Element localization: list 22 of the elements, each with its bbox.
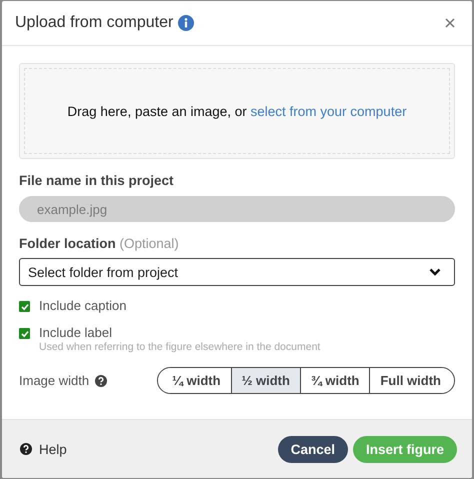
field-label: Folder location (Optional) bbox=[19, 236, 180, 251]
folder-select[interactable]: Select folder from project bbox=[19, 258, 455, 286]
drop-zone[interactable]: Drag here, paste an image, or select from your computer bbox=[19, 63, 455, 159]
checkbox[interactable] bbox=[19, 328, 30, 339]
option-description: Used when referring to the figure elsewhere in the document bbox=[39, 341, 320, 353]
chevron-down-icon bbox=[429, 268, 441, 276]
width-option[interactable]: Full width bbox=[369, 368, 454, 393]
help-link[interactable]: Help bbox=[39, 442, 67, 456]
width-option[interactable]: ½ width bbox=[230, 368, 300, 393]
select-file-link[interactable]: select from your computer bbox=[250, 104, 407, 118]
info-icon[interactable] bbox=[178, 15, 194, 31]
close-icon[interactable] bbox=[445, 18, 455, 28]
help-icon[interactable] bbox=[95, 374, 108, 386]
field-label: File name in this project bbox=[19, 173, 175, 188]
checkbox[interactable] bbox=[19, 301, 30, 312]
dialog-title: Upload from computer bbox=[15, 14, 174, 32]
drop-instructions: Drag here, paste an image, or select from your computer bbox=[67, 104, 407, 118]
image-width-label: Image width bbox=[19, 373, 90, 388]
checkbox-label: Include caption bbox=[39, 298, 126, 313]
cancel-button[interactable]: Cancel bbox=[278, 436, 348, 462]
checkbox-label: Include label bbox=[39, 325, 113, 340]
help-icon[interactable] bbox=[20, 443, 32, 455]
